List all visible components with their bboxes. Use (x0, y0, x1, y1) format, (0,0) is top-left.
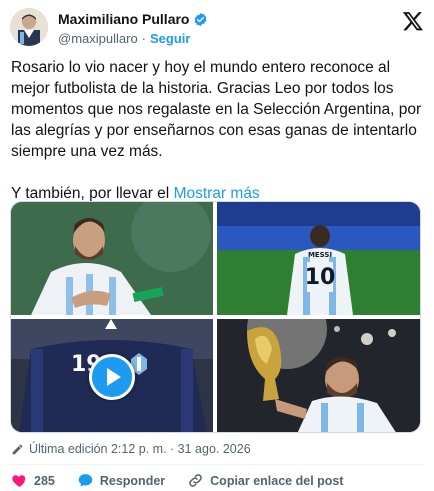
show-more-link[interactable]: Mostrar más (174, 185, 260, 202)
pencil-icon (12, 444, 23, 454)
like-count: 285 (34, 473, 55, 488)
play-icon (107, 367, 121, 386)
author-handle[interactable]: @maxipullaro (58, 31, 138, 46)
reply-label: Responder (99, 473, 166, 488)
svg-text:MESSI: MESSI (308, 251, 332, 259)
heart-icon (12, 475, 26, 487)
edited-timestamp[interactable]: Última edición 2:12 p. m. · 31 ago. 2026 (29, 442, 251, 456)
verified-badge-icon (195, 12, 207, 26)
edited-info: Última edición 2:12 p. m. · 31 ago. 2026 (11, 442, 251, 456)
follow-button[interactable]: Seguir (150, 31, 190, 46)
handle-separator: · (141, 31, 147, 46)
divider (10, 464, 424, 465)
tweet-text: Rosario lo vio nacer y hoy el mundo ente… (11, 57, 423, 204)
tweet-actions: 285 Responder Copiar enlace del post (11, 472, 366, 489)
video-play-button[interactable] (89, 353, 135, 400)
svg-text:10: 10 (305, 265, 336, 290)
author-avatar[interactable] (10, 8, 48, 46)
photo-messi-kneeling-number-10[interactable]: 10 MESSI (217, 202, 420, 315)
author-name[interactable]: Maximiliano Pullaro (58, 11, 189, 27)
photo-messi-world-cup-trophy[interactable] (217, 319, 420, 432)
tweet-paragraph-1: Rosario lo vio nacer y hoy el mundo ente… (11, 59, 422, 160)
photo-messi-hand-on-chest[interactable] (11, 202, 213, 315)
copy-link-button[interactable]: Copiar enlace del post (187, 472, 344, 489)
like-button[interactable]: 285 (11, 472, 55, 489)
x-logo-icon[interactable] (402, 10, 424, 32)
reply-button[interactable]: Responder (77, 472, 165, 489)
tweet-paragraph-2-text: Y también, por llevar el (11, 185, 170, 202)
link-icon (189, 474, 202, 487)
media-grid: 10 MESSI 19 (10, 201, 421, 433)
reply-bubble-icon (78, 474, 93, 487)
video-messi-young[interactable]: 19 (11, 319, 213, 432)
tweet-card: Maximiliano Pullaro @maxipullaro · Segui… (0, 0, 434, 491)
tweet-header: Maximiliano Pullaro @maxipullaro · Segui… (10, 8, 424, 48)
copy-link-label: Copiar enlace del post (210, 473, 344, 488)
